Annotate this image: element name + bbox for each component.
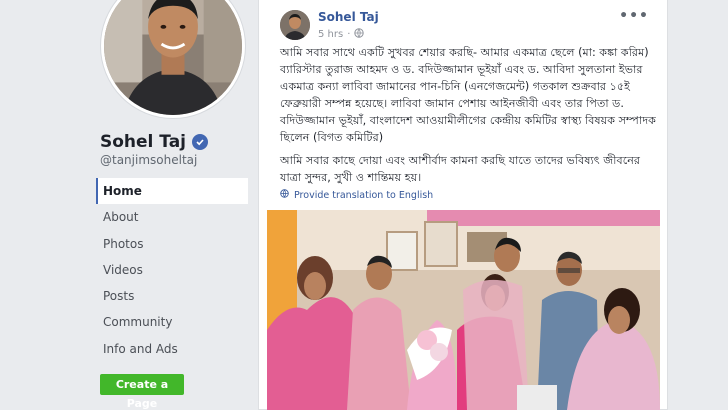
post-photo[interactable]: [267, 210, 660, 410]
nav-item-info-and-ads[interactable]: Info and Ads: [96, 336, 248, 362]
post-author-name[interactable]: Sohel Taj: [318, 10, 379, 24]
profile-name-text[interactable]: Sohel Taj: [100, 132, 186, 152]
profile-picture[interactable]: [101, 0, 245, 118]
post-meta: 5 hrs ·: [318, 28, 365, 41]
nav-item-photos[interactable]: Photos: [96, 231, 248, 257]
create-page-button[interactable]: Create a Page: [100, 374, 184, 410]
translate-link[interactable]: Provide translation to English: [280, 189, 433, 201]
post-card: Sohel Taj 5 hrs · ••• আমি সবার সাথে একটি…: [258, 0, 668, 410]
verified-badge-icon: [192, 134, 209, 150]
profile-handle[interactable]: @tanjimsoheltaj: [100, 153, 197, 167]
post-paragraph: আমি সবার সাথে একটি সুখবর শেয়ার করছি- আম…: [280, 46, 656, 144]
post-timestamp[interactable]: 5 hrs: [318, 29, 343, 40]
globe-icon[interactable]: [354, 28, 365, 41]
page-nav: Home About Photos Videos Posts Community…: [96, 178, 248, 362]
engagement-photo-illustration: [267, 210, 660, 410]
post-options-icon[interactable]: •••: [619, 8, 649, 24]
profile-name[interactable]: Sohel Taj: [100, 132, 209, 152]
post-paragraph: আমি সবার কাছে দোয়া এবং আশীর্বাদ কামনা ক…: [280, 154, 641, 184]
meta-separator: ·: [347, 29, 351, 40]
profile-photo-illustration: [104, 0, 242, 115]
nav-item-about[interactable]: About: [96, 204, 248, 230]
translate-label[interactable]: Provide translation to English: [294, 190, 433, 201]
nav-item-community[interactable]: Community: [96, 309, 248, 335]
nav-item-posts[interactable]: Posts: [96, 283, 248, 309]
post-text: আমি সবার সাথে একটি সুখবর শেয়ার করছি- আম…: [280, 44, 658, 192]
translate-globe-icon: [280, 189, 289, 201]
nav-item-videos[interactable]: Videos: [96, 257, 248, 283]
nav-item-home[interactable]: Home: [96, 178, 248, 205]
post-author-avatar[interactable]: [280, 10, 310, 40]
